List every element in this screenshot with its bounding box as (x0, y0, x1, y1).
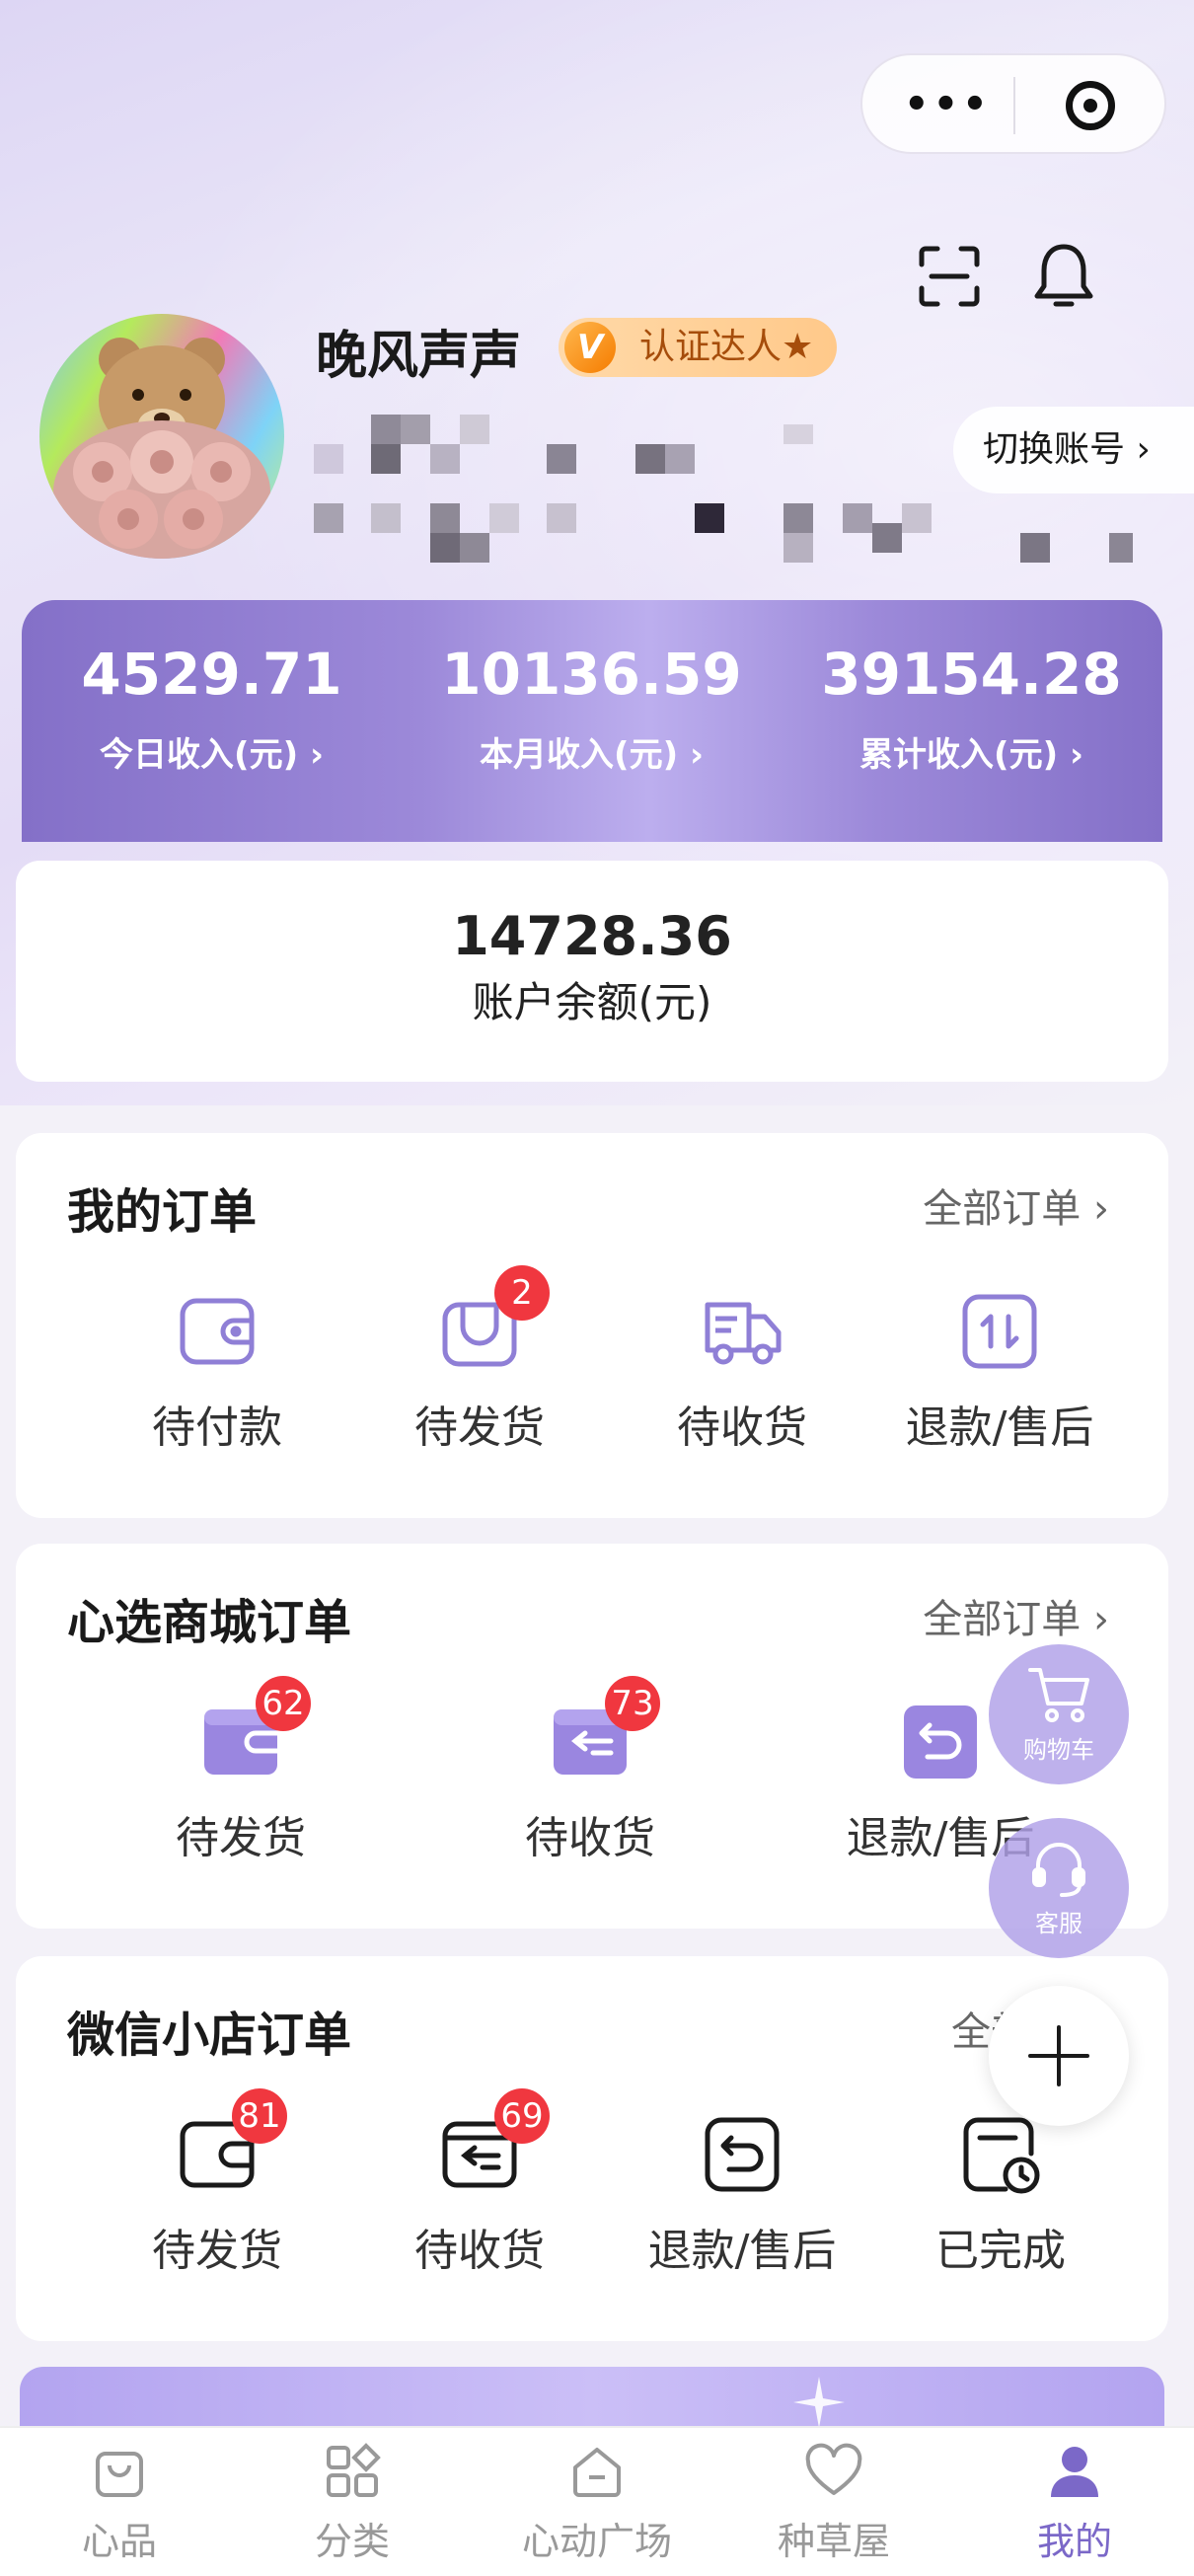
tab-label: 分类 (314, 2520, 390, 2563)
order-item-label: 退款/售后 (647, 2226, 837, 2276)
order-item-label: 退款/售后 (905, 1402, 1094, 1453)
order-item-label: 待收货 (677, 1402, 807, 1453)
tab-label: 心品 (81, 2520, 157, 2563)
order-item-label: 待发货 (414, 1402, 545, 1453)
order-to-receive[interactable]: 待收货 (643, 1291, 841, 1455)
balance-value: 14728.36 (452, 905, 732, 967)
user-icon (1051, 2447, 1098, 2497)
wechat-order-to-ship[interactable]: 81 待发货 (118, 2088, 316, 2278)
mall-order-to-ship[interactable]: 62 待发货 (142, 1676, 339, 1865)
switch-account-button[interactable]: 切换账号 › (953, 407, 1194, 493)
bell-icon[interactable] (1032, 241, 1095, 312)
customer-service-fab[interactable]: 客服 (989, 1818, 1129, 1958)
mini-program-close-icon[interactable] (1066, 81, 1115, 130)
month-income-value: 10136.59 (441, 641, 742, 708)
tab-label: 我的 (1036, 2520, 1112, 2563)
tab-label: 心动广场 (521, 2520, 672, 2563)
plaza-icon (573, 2448, 621, 2497)
cart-fab-label: 购物车 (1023, 1736, 1094, 1764)
order-item-label: 待发货 (152, 2226, 282, 2276)
order-item-label: 待收货 (525, 1813, 655, 1863)
plus-icon (1028, 2025, 1089, 2086)
badge-count: 2 (494, 1265, 550, 1321)
order-item-label: 已完成 (935, 2226, 1066, 2276)
add-fab[interactable] (989, 1986, 1129, 2126)
tab-category[interactable]: 分类 (233, 2442, 472, 2565)
bag-icon (96, 2452, 143, 2497)
order-pending-payment[interactable]: 待付款 (118, 1291, 316, 1455)
return-icon (702, 2114, 783, 2195)
scan-icon[interactable] (918, 245, 981, 308)
wechat-order-refund[interactable]: 退款/售后 (624, 2114, 860, 2278)
tab-label: 种草屋 (777, 2520, 890, 2563)
badge-count: 69 (494, 2088, 550, 2144)
completed-clock-icon (960, 2114, 1041, 2195)
tab-grass-house[interactable]: 种草屋 (714, 2442, 953, 2565)
order-to-ship[interactable]: 2 待发货 (381, 1265, 578, 1455)
order-refund[interactable]: 退款/售后 (886, 1291, 1113, 1455)
wallet-icon (177, 1291, 258, 1372)
heart-icon (805, 2443, 862, 2495)
receive-icon: 69 (439, 2088, 550, 2195)
bottom-tab-bar: 心品 分类 心动广场 种草屋 我的 (0, 2426, 1194, 2576)
order-item-label: 待付款 (152, 1402, 282, 1453)
more-dots-icon[interactable]: ••• (904, 85, 992, 124)
mall-order-to-receive[interactable]: 73 待收货 (491, 1676, 689, 1865)
verified-badge: V 认证达人★ (559, 318, 838, 377)
total-income[interactable]: 39154.28 累计收入(元) › (782, 640, 1161, 780)
income-panel: 4529.71 今日收入(元) › 10136.59 本月收入(元) › 391… (22, 600, 1162, 842)
order-item-label: 待收货 (414, 2226, 545, 2276)
wechat-order-completed[interactable]: 已完成 (902, 2114, 1099, 2278)
tab-home[interactable]: 心品 (0, 2442, 239, 2565)
today-income-label: 今日收入(元) › (100, 735, 324, 775)
balance-label: 账户余额(元) (472, 978, 712, 1026)
month-income-label: 本月收入(元) › (480, 735, 704, 775)
mall-orders-all-link[interactable]: 全部订单 › (923, 1587, 1109, 1644)
verified-badge-label: 认证达人★ (639, 327, 814, 367)
my-orders-all-link[interactable]: 全部订单 › (923, 1176, 1109, 1234)
headset-icon (1032, 1843, 1085, 1897)
wechat-shop-orders-card: 微信小店订单 全部订单 81 待发货 69 待收货 (16, 1956, 1168, 2341)
badge-count: 62 (256, 1676, 311, 1731)
refund-icon (959, 1291, 1040, 1372)
receive-icon: 73 (550, 1676, 660, 1782)
capsule-divider (1013, 77, 1015, 134)
order-item-label: 待发货 (176, 1813, 306, 1863)
avatar[interactable] (39, 314, 284, 559)
badge-count: 81 (232, 2088, 287, 2144)
user-name: 晚风声声 (316, 327, 522, 386)
package-icon: 2 (439, 1265, 550, 1372)
tab-mine[interactable]: 我的 (955, 2442, 1194, 2565)
category-icon (327, 2443, 381, 2497)
badge-count: 73 (605, 1676, 660, 1731)
verified-v-icon: V (564, 322, 616, 373)
mall-orders-title: 心选商城订单 (67, 1595, 352, 1650)
tab-plaza[interactable]: 心动广场 (478, 2442, 716, 2565)
sparkle-icon (793, 2377, 845, 2428)
wechat-order-to-receive[interactable]: 69 待收货 (381, 2088, 578, 2278)
today-income-value: 4529.71 (81, 641, 342, 708)
customer-service-fab-label: 客服 (1035, 1910, 1082, 1937)
wallet-icon: 81 (177, 2088, 287, 2195)
total-income-value: 39154.28 (821, 641, 1122, 708)
month-income[interactable]: 10136.59 本月收入(元) › (402, 640, 782, 780)
wechat-orders-title: 微信小店订单 (67, 2008, 352, 2063)
my-orders-title: 我的订单 (67, 1184, 258, 1240)
my-orders-card: 我的订单 全部订单 › 待付款 2 待发货 待收货 退款/售后 (16, 1133, 1168, 1518)
mini-program-capsule: ••• (860, 53, 1166, 154)
return-icon (900, 1702, 981, 1782)
wallet-icon: 62 (200, 1676, 311, 1782)
cart-fab[interactable]: 购物车 (989, 1644, 1129, 1784)
account-balance[interactable]: 14728.36 账户余额(元) (16, 861, 1168, 1082)
truck-icon (702, 1291, 783, 1372)
today-income[interactable]: 4529.71 今日收入(元) › (22, 640, 402, 780)
total-income-label: 累计收入(元) › (859, 735, 1083, 775)
cart-icon (1028, 1668, 1089, 1722)
